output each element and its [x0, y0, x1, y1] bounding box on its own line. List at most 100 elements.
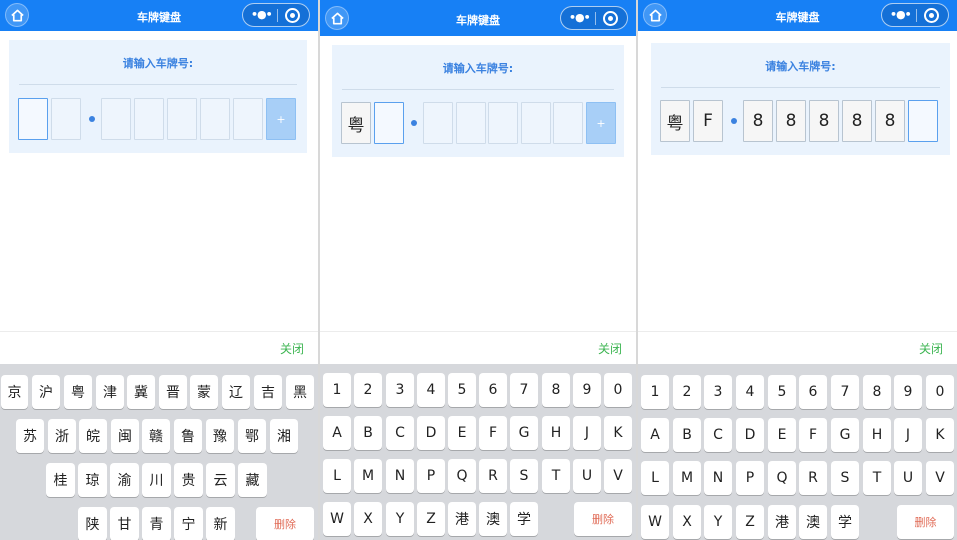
key[interactable]: 豫: [206, 419, 234, 453]
target-icon[interactable]: [603, 11, 618, 26]
key[interactable]: 学: [831, 505, 859, 539]
key[interactable]: A: [323, 416, 351, 450]
key[interactable]: 7: [510, 373, 538, 407]
key[interactable]: 青: [142, 507, 171, 540]
key[interactable]: H: [542, 416, 570, 450]
plate-slot[interactable]: [374, 102, 404, 144]
key[interactable]: 苏: [16, 419, 44, 453]
key[interactable]: L: [641, 461, 669, 495]
key[interactable]: Z: [736, 505, 764, 539]
key[interactable]: 津: [96, 375, 124, 409]
key[interactable]: K: [926, 418, 954, 452]
plate-slot[interactable]: [51, 98, 81, 140]
key[interactable]: 5: [448, 373, 476, 407]
plate-slot[interactable]: 8: [743, 100, 773, 142]
more-dots-icon[interactable]: •●•: [251, 8, 273, 21]
key[interactable]: 6: [479, 373, 507, 407]
key[interactable]: 新: [206, 507, 235, 540]
key[interactable]: 渝: [110, 463, 139, 497]
key[interactable]: W: [641, 505, 669, 539]
key[interactable]: P: [736, 461, 764, 495]
key[interactable]: R: [479, 459, 507, 493]
key[interactable]: 琼: [78, 463, 107, 497]
key[interactable]: 3: [386, 373, 414, 407]
key[interactable]: 港: [768, 505, 796, 539]
key[interactable]: V: [604, 459, 632, 493]
key[interactable]: X: [354, 502, 382, 536]
key[interactable]: 0: [604, 373, 632, 407]
plate-slot[interactable]: [553, 102, 583, 144]
key[interactable]: 港: [448, 502, 476, 536]
plate-slot[interactable]: 粤: [660, 100, 690, 142]
key[interactable]: 赣: [142, 419, 170, 453]
key[interactable]: L: [323, 459, 351, 493]
plate-slot[interactable]: [423, 102, 453, 144]
key[interactable]: U: [573, 459, 601, 493]
key[interactable]: X: [673, 505, 701, 539]
key[interactable]: F: [479, 416, 507, 450]
delete-key[interactable]: 删除: [897, 505, 954, 539]
key[interactable]: D: [736, 418, 764, 452]
key[interactable]: 浙: [48, 419, 76, 453]
key[interactable]: A: [641, 418, 669, 452]
delete-key[interactable]: 删除: [574, 502, 632, 536]
key[interactable]: 云: [206, 463, 235, 497]
key[interactable]: H: [863, 418, 891, 452]
key[interactable]: B: [354, 416, 382, 450]
key[interactable]: 4: [736, 375, 764, 409]
key[interactable]: 8: [863, 375, 891, 409]
key[interactable]: 蒙: [190, 375, 218, 409]
key[interactable]: F: [799, 418, 827, 452]
key[interactable]: 粤: [64, 375, 92, 409]
key[interactable]: J: [573, 416, 601, 450]
plate-slot[interactable]: [101, 98, 131, 140]
key[interactable]: G: [510, 416, 538, 450]
key[interactable]: 冀: [127, 375, 155, 409]
plate-slot[interactable]: 8: [776, 100, 806, 142]
key[interactable]: 学: [510, 502, 538, 536]
key[interactable]: C: [704, 418, 732, 452]
key[interactable]: 8: [542, 373, 570, 407]
key[interactable]: Y: [704, 505, 732, 539]
key[interactable]: 9: [894, 375, 922, 409]
key[interactable]: E: [448, 416, 476, 450]
key[interactable]: 贵: [174, 463, 203, 497]
plate-slot[interactable]: [908, 100, 938, 142]
key[interactable]: 2: [673, 375, 701, 409]
plate-slot[interactable]: F: [693, 100, 723, 142]
close-keyboard-button[interactable]: 关闭: [598, 340, 622, 357]
key[interactable]: Y: [386, 502, 414, 536]
key[interactable]: 闽: [111, 419, 139, 453]
key[interactable]: 陕: [78, 507, 107, 540]
key[interactable]: V: [926, 461, 954, 495]
key[interactable]: 2: [354, 373, 382, 407]
delete-key[interactable]: 删除: [256, 507, 314, 540]
key[interactable]: S: [831, 461, 859, 495]
plate-slot[interactable]: [167, 98, 197, 140]
plate-slot[interactable]: [521, 102, 551, 144]
key[interactable]: U: [894, 461, 922, 495]
more-dots-icon[interactable]: •●•: [569, 11, 591, 24]
key[interactable]: W: [323, 502, 351, 536]
plate-slot[interactable]: [134, 98, 164, 140]
key[interactable]: J: [894, 418, 922, 452]
key[interactable]: 京: [1, 375, 28, 409]
key[interactable]: R: [799, 461, 827, 495]
key[interactable]: T: [863, 461, 891, 495]
target-icon[interactable]: [924, 8, 939, 23]
key[interactable]: E: [768, 418, 796, 452]
key[interactable]: 沪: [32, 375, 60, 409]
key[interactable]: C: [386, 416, 414, 450]
key[interactable]: 5: [768, 375, 796, 409]
new-energy-slot[interactable]: +: [586, 102, 616, 144]
key[interactable]: 9: [573, 373, 601, 407]
key[interactable]: 宁: [174, 507, 203, 540]
close-keyboard-button[interactable]: 关闭: [280, 340, 304, 357]
key[interactable]: S: [510, 459, 538, 493]
key[interactable]: 0: [926, 375, 954, 409]
key[interactable]: 1: [323, 373, 351, 407]
key[interactable]: 鲁: [174, 419, 202, 453]
key[interactable]: 黑: [286, 375, 314, 409]
key[interactable]: 辽: [222, 375, 250, 409]
key[interactable]: 皖: [79, 419, 107, 453]
